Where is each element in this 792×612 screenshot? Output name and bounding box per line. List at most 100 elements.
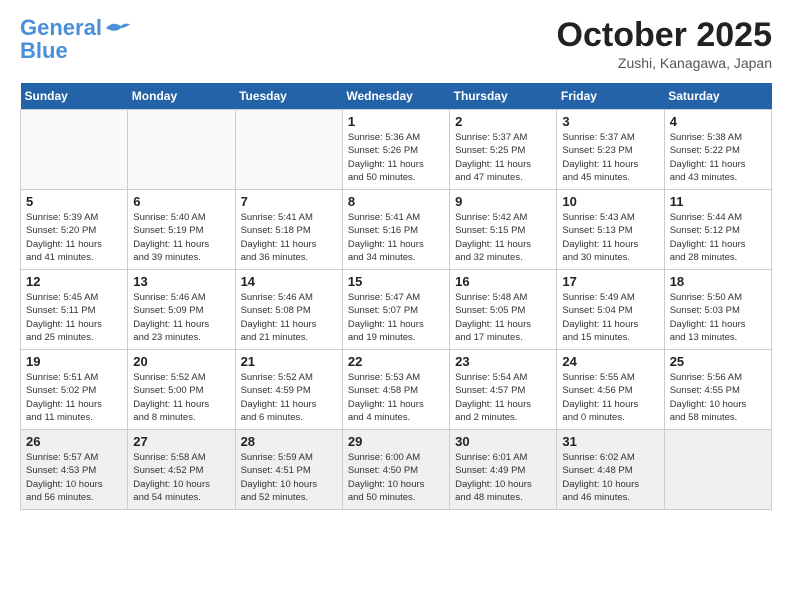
day-number: 8 xyxy=(348,194,444,209)
month-title: October 2025 xyxy=(557,16,772,55)
weekday-header-tuesday: Tuesday xyxy=(235,83,342,110)
header: General Blue October 2025 Zushi, Kanagaw… xyxy=(20,16,772,71)
day-number: 28 xyxy=(241,434,337,449)
day-info: Sunrise: 5:37 AM Sunset: 5:23 PM Dayligh… xyxy=(562,131,658,184)
calendar-cell: 11 Sunrise: 5:44 AM Sunset: 5:12 PM Dayli… xyxy=(664,190,771,270)
day-number: 10 xyxy=(562,194,658,209)
day-info: Sunrise: 6:01 AM Sunset: 4:49 PM Dayligh… xyxy=(455,451,551,504)
day-number: 2 xyxy=(455,114,551,129)
day-number: 9 xyxy=(455,194,551,209)
weekday-header-friday: Friday xyxy=(557,83,664,110)
weekday-header-wednesday: Wednesday xyxy=(342,83,449,110)
day-number: 11 xyxy=(670,194,766,209)
day-info: Sunrise: 5:36 AM Sunset: 5:26 PM Dayligh… xyxy=(348,131,444,184)
day-info: Sunrise: 5:47 AM Sunset: 5:07 PM Dayligh… xyxy=(348,291,444,344)
day-info: Sunrise: 5:55 AM Sunset: 4:56 PM Dayligh… xyxy=(562,371,658,424)
calendar-cell: 19Sunrise: 5:51 AM Sunset: 5:02 PM Dayli… xyxy=(21,350,128,430)
calendar-cell: 8 Sunrise: 5:41 AM Sunset: 5:16 PM Daylig… xyxy=(342,190,449,270)
day-info: Sunrise: 6:02 AM Sunset: 4:48 PM Dayligh… xyxy=(562,451,658,504)
day-info: Sunrise: 5:41 AM Sunset: 5:16 PM Dayligh… xyxy=(348,211,444,264)
calendar-cell: 6 Sunrise: 5:40 AM Sunset: 5:19 PM Daylig… xyxy=(128,190,235,270)
day-info: Sunrise: 5:43 AM Sunset: 5:13 PM Dayligh… xyxy=(562,211,658,264)
calendar-cell: 27 Sunrise: 5:58 AM Sunset: 4:52 PM Dayli… xyxy=(128,430,235,510)
day-number: 27 xyxy=(133,434,229,449)
day-info: Sunrise: 5:57 AM Sunset: 4:53 PM Dayligh… xyxy=(26,451,122,504)
calendar-cell: 22 Sunrise: 5:53 AM Sunset: 4:58 PM Dayli… xyxy=(342,350,449,430)
calendar-cell: 7Sunrise: 5:41 AM Sunset: 5:18 PM Daylig… xyxy=(235,190,342,270)
day-number: 22 xyxy=(348,354,444,369)
day-info: Sunrise: 5:54 AM Sunset: 4:57 PM Dayligh… xyxy=(455,371,551,424)
day-number: 4 xyxy=(670,114,766,129)
weekday-header-thursday: Thursday xyxy=(450,83,557,110)
weekday-header-row: SundayMondayTuesdayWednesdayThursdayFrid… xyxy=(21,83,772,110)
day-number: 13 xyxy=(133,274,229,289)
calendar-cell: 17 Sunrise: 5:49 AM Sunset: 5:04 PM Dayli… xyxy=(557,270,664,350)
day-number: 19 xyxy=(26,354,122,369)
day-info: Sunrise: 5:49 AM Sunset: 5:04 PM Dayligh… xyxy=(562,291,658,344)
day-info: Sunrise: 5:37 AM Sunset: 5:25 PM Dayligh… xyxy=(455,131,551,184)
day-info: Sunrise: 5:38 AM Sunset: 5:22 PM Dayligh… xyxy=(670,131,766,184)
day-number: 24 xyxy=(562,354,658,369)
day-info: Sunrise: 5:46 AM Sunset: 5:09 PM Dayligh… xyxy=(133,291,229,344)
calendar-cell: 21Sunrise: 5:52 AM Sunset: 4:59 PM Dayli… xyxy=(235,350,342,430)
day-number: 20 xyxy=(133,354,229,369)
calendar-cell: 20 Sunrise: 5:52 AM Sunset: 5:00 PM Dayli… xyxy=(128,350,235,430)
day-info: Sunrise: 5:48 AM Sunset: 5:05 PM Dayligh… xyxy=(455,291,551,344)
calendar-cell: 13 Sunrise: 5:46 AM Sunset: 5:09 PM Dayli… xyxy=(128,270,235,350)
day-info: Sunrise: 5:45 AM Sunset: 5:11 PM Dayligh… xyxy=(26,291,122,344)
calendar-cell: 1Sunrise: 5:36 AM Sunset: 5:26 PM Daylig… xyxy=(342,110,449,190)
day-number: 25 xyxy=(670,354,766,369)
day-info: Sunrise: 5:56 AM Sunset: 4:55 PM Dayligh… xyxy=(670,371,766,424)
day-info: Sunrise: 5:41 AM Sunset: 5:18 PM Dayligh… xyxy=(241,211,337,264)
day-number: 3 xyxy=(562,114,658,129)
day-info: Sunrise: 5:44 AM Sunset: 5:12 PM Dayligh… xyxy=(670,211,766,264)
day-info: Sunrise: 5:58 AM Sunset: 4:52 PM Dayligh… xyxy=(133,451,229,504)
day-info: Sunrise: 5:42 AM Sunset: 5:15 PM Dayligh… xyxy=(455,211,551,264)
day-info: Sunrise: 5:52 AM Sunset: 5:00 PM Dayligh… xyxy=(133,371,229,424)
day-number: 31 xyxy=(562,434,658,449)
day-number: 6 xyxy=(133,194,229,209)
calendar-cell xyxy=(664,430,771,510)
calendar-cell xyxy=(21,110,128,190)
day-number: 15 xyxy=(348,274,444,289)
location-subtitle: Zushi, Kanagawa, Japan xyxy=(557,55,772,71)
calendar-cell: 3 Sunrise: 5:37 AM Sunset: 5:23 PM Daylig… xyxy=(557,110,664,190)
weekday-header-saturday: Saturday xyxy=(664,83,771,110)
week-row-1: 1Sunrise: 5:36 AM Sunset: 5:26 PM Daylig… xyxy=(21,110,772,190)
day-info: Sunrise: 5:46 AM Sunset: 5:08 PM Dayligh… xyxy=(241,291,337,344)
calendar-cell: 30Sunrise: 6:01 AM Sunset: 4:49 PM Dayli… xyxy=(450,430,557,510)
logo-text: General xyxy=(20,16,102,40)
calendar-cell: 26 Sunrise: 5:57 AM Sunset: 4:53 PM Dayli… xyxy=(21,430,128,510)
day-info: Sunrise: 5:53 AM Sunset: 4:58 PM Dayligh… xyxy=(348,371,444,424)
day-info: Sunrise: 5:52 AM Sunset: 4:59 PM Dayligh… xyxy=(241,371,337,424)
day-info: Sunrise: 6:00 AM Sunset: 4:50 PM Dayligh… xyxy=(348,451,444,504)
calendar-cell xyxy=(128,110,235,190)
day-number: 23 xyxy=(455,354,551,369)
calendar-cell: 9 Sunrise: 5:42 AM Sunset: 5:15 PM Daylig… xyxy=(450,190,557,270)
calendar-container: General Blue October 2025 Zushi, Kanagaw… xyxy=(0,0,792,520)
day-number: 14 xyxy=(241,274,337,289)
day-info: Sunrise: 5:59 AM Sunset: 4:51 PM Dayligh… xyxy=(241,451,337,504)
calendar-cell: 18Sunrise: 5:50 AM Sunset: 5:03 PM Dayli… xyxy=(664,270,771,350)
day-number: 26 xyxy=(26,434,122,449)
day-info: Sunrise: 5:40 AM Sunset: 5:19 PM Dayligh… xyxy=(133,211,229,264)
week-row-4: 19Sunrise: 5:51 AM Sunset: 5:02 PM Dayli… xyxy=(21,350,772,430)
day-number: 17 xyxy=(562,274,658,289)
calendar-table: SundayMondayTuesdayWednesdayThursdayFrid… xyxy=(20,83,772,510)
calendar-cell: 10 Sunrise: 5:43 AM Sunset: 5:13 PM Dayli… xyxy=(557,190,664,270)
calendar-cell: 25 Sunrise: 5:56 AM Sunset: 4:55 PM Dayli… xyxy=(664,350,771,430)
week-row-3: 12Sunrise: 5:45 AM Sunset: 5:11 PM Dayli… xyxy=(21,270,772,350)
day-number: 29 xyxy=(348,434,444,449)
calendar-cell: 28 Sunrise: 5:59 AM Sunset: 4:51 PM Dayli… xyxy=(235,430,342,510)
calendar-cell: 12Sunrise: 5:45 AM Sunset: 5:11 PM Dayli… xyxy=(21,270,128,350)
calendar-cell: 15 Sunrise: 5:47 AM Sunset: 5:07 PM Dayli… xyxy=(342,270,449,350)
week-row-5: 26 Sunrise: 5:57 AM Sunset: 4:53 PM Dayli… xyxy=(21,430,772,510)
day-number: 18 xyxy=(670,274,766,289)
title-block: October 2025 Zushi, Kanagawa, Japan xyxy=(557,16,772,71)
logo-icon xyxy=(104,18,132,38)
day-info: Sunrise: 5:39 AM Sunset: 5:20 PM Dayligh… xyxy=(26,211,122,264)
calendar-cell xyxy=(235,110,342,190)
day-number: 5 xyxy=(26,194,122,209)
calendar-cell: 4 Sunrise: 5:38 AM Sunset: 5:22 PM Daylig… xyxy=(664,110,771,190)
weekday-header-sunday: Sunday xyxy=(21,83,128,110)
